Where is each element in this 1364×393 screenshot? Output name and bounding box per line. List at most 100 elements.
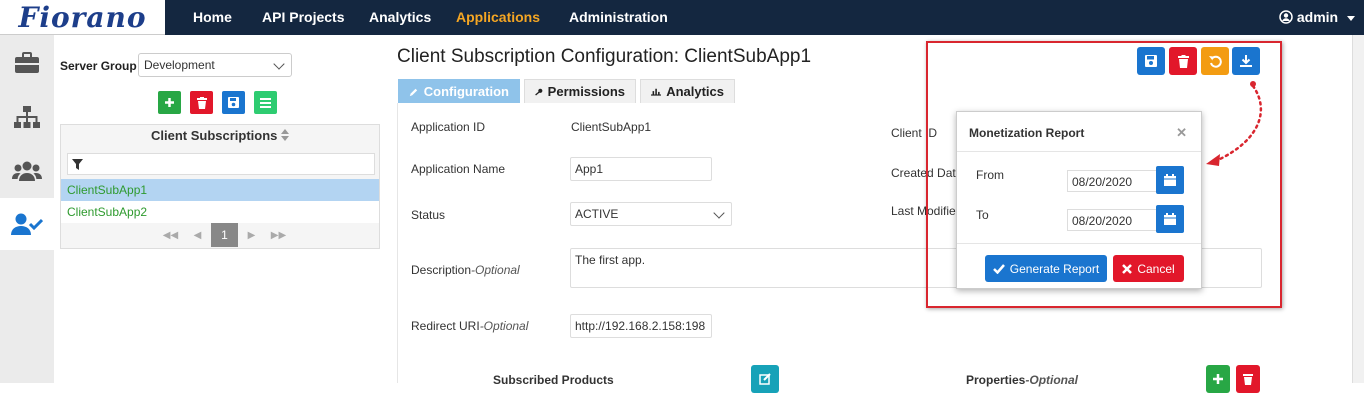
redirect-uri-optional-text: -Optional (479, 319, 529, 333)
nav-administration[interactable]: Administration (569, 0, 668, 35)
redirect-uri-label-text: Redirect URI (411, 319, 480, 333)
trash-icon (1243, 374, 1253, 385)
sidebar-item-hierarchy[interactable] (0, 91, 54, 143)
list-title: Client Subscriptions (150, 128, 278, 143)
edit-products-button[interactable] (751, 365, 779, 393)
save-icon (228, 97, 239, 108)
description-label-text: Description (411, 263, 472, 277)
trash-icon (1177, 54, 1189, 68)
save-subscription-button[interactable] (222, 91, 245, 114)
sidebar-item-users[interactable] (0, 145, 54, 197)
top-navbar: Fiorano Home API Projects Analytics Appl… (0, 0, 1364, 35)
user-menu[interactable]: admin (1279, 0, 1356, 35)
page-title: Client Subscription Configuration: Clien… (397, 46, 812, 67)
to-calendar-button[interactable] (1156, 205, 1184, 233)
properties-optional-text: -Optional (1025, 373, 1079, 387)
list-item-clientsubapp1[interactable]: ClientSubApp1 (61, 179, 379, 201)
application-id-value: ClientSubApp1 (571, 120, 652, 134)
filter-icon (72, 159, 83, 170)
dotted-arrow-annotation (1206, 81, 1263, 166)
tab-analytics-label: Analytics (666, 84, 724, 99)
to-label: To (976, 208, 989, 222)
tab-analytics[interactable]: Analytics (640, 79, 735, 103)
sitemap-icon (14, 106, 40, 128)
close-icon[interactable]: ✕ (1176, 125, 1187, 141)
client-subscriptions-panel: Server Group Development Client Subscrip… (54, 35, 389, 383)
add-property-button[interactable] (1206, 365, 1230, 393)
filter-input[interactable] (67, 153, 375, 175)
trash-icon (196, 96, 207, 109)
list-view-button[interactable] (254, 91, 277, 114)
dialog-footer: Generate Report Cancel (957, 243, 1201, 289)
from-label: From (976, 168, 1004, 182)
nav-applications[interactable]: Applications (456, 0, 540, 35)
caret-down-icon (1347, 16, 1355, 21)
cancel-button[interactable]: Cancel (1113, 255, 1184, 282)
server-group-label: Server Group (60, 59, 137, 73)
plus-icon (165, 98, 174, 107)
undo-icon (1208, 55, 1222, 68)
status-value: ACTIVE (575, 207, 619, 221)
download-icon (1240, 55, 1252, 67)
calendar-icon (1164, 174, 1176, 186)
list-item-clientsubapp2[interactable]: ClientSubApp2 (61, 201, 379, 223)
save-icon (1145, 55, 1157, 67)
last-page-button[interactable]: ▶▶ (265, 223, 292, 247)
add-subscription-button[interactable] (158, 91, 181, 114)
to-date-input[interactable]: 08/20/2020 (1067, 209, 1157, 231)
tab-permissions[interactable]: Permissions (524, 79, 636, 103)
key-icon (535, 88, 543, 95)
pencil-icon (409, 88, 418, 96)
pagination: ◀◀ ◀ 1 ▶ ▶▶ (157, 223, 292, 247)
server-group-select[interactable]: Development (138, 53, 292, 77)
redirect-uri-label: Redirect URI-Optional (411, 319, 528, 333)
save-button[interactable] (1137, 47, 1165, 75)
from-date-input[interactable]: 08/20/2020 (1067, 170, 1157, 192)
properties-label: Properties-Optional (966, 373, 1078, 387)
status-select[interactable]: ACTIVE (570, 202, 732, 226)
server-group-value: Development (144, 58, 215, 72)
application-name-input[interactable]: App1 (570, 157, 712, 181)
nav-api-projects[interactable]: API Projects (262, 0, 344, 35)
check-icon (992, 263, 1005, 274)
calendar-icon (1164, 213, 1176, 225)
from-calendar-button[interactable] (1156, 166, 1184, 194)
nav-home[interactable]: Home (193, 0, 232, 35)
delete-subscription-button[interactable] (190, 91, 213, 114)
chevron-down-icon (273, 58, 285, 70)
sidebar-item-briefcase[interactable] (0, 37, 54, 89)
page-scrollbar[interactable] (1352, 35, 1364, 383)
edit-icon (759, 373, 771, 385)
prev-page-button[interactable]: ◀ (184, 223, 211, 247)
application-id-label: Application ID (411, 120, 486, 134)
description-label: Description-Optional (411, 263, 520, 277)
delete-button[interactable] (1169, 47, 1197, 75)
briefcase-icon (15, 52, 39, 73)
reset-button[interactable] (1201, 47, 1229, 75)
sort-icon (281, 129, 290, 141)
user-circle-icon (1279, 10, 1293, 24)
generate-report-button[interactable]: Generate Report (985, 255, 1107, 282)
application-name-label: Application Name (411, 162, 506, 176)
logo-text: Fiorano (18, 0, 147, 34)
users-icon (12, 161, 42, 181)
tab-permissions-label: Permissions (547, 84, 625, 99)
redirect-uri-input[interactable]: http://192.168.2.158:198 (570, 314, 712, 338)
user-name: admin (1296, 9, 1339, 25)
generate-report-label: Generate Report (1009, 261, 1100, 276)
download-report-button[interactable] (1232, 47, 1260, 75)
sidebar-item-user-check[interactable] (0, 198, 54, 250)
current-page[interactable]: 1 (211, 223, 238, 247)
subscribed-products-label: Subscribed Products (493, 373, 614, 387)
status-label: Status (411, 208, 446, 222)
first-page-button[interactable]: ◀◀ (157, 223, 184, 247)
list-header[interactable]: Client Subscriptions (61, 125, 379, 147)
fiorano-logo[interactable]: Fiorano (0, 0, 165, 35)
tab-configuration[interactable]: Configuration (398, 79, 520, 103)
next-page-button[interactable]: ▶ (238, 223, 265, 247)
description-optional-text: -Optional (471, 263, 520, 277)
monetization-report-dialog: Monetization Report ✕ From 08/20/2020 To… (956, 111, 1202, 289)
delete-property-button[interactable] (1236, 365, 1260, 393)
nav-analytics[interactable]: Analytics (369, 0, 431, 35)
cancel-label: Cancel (1137, 261, 1175, 276)
